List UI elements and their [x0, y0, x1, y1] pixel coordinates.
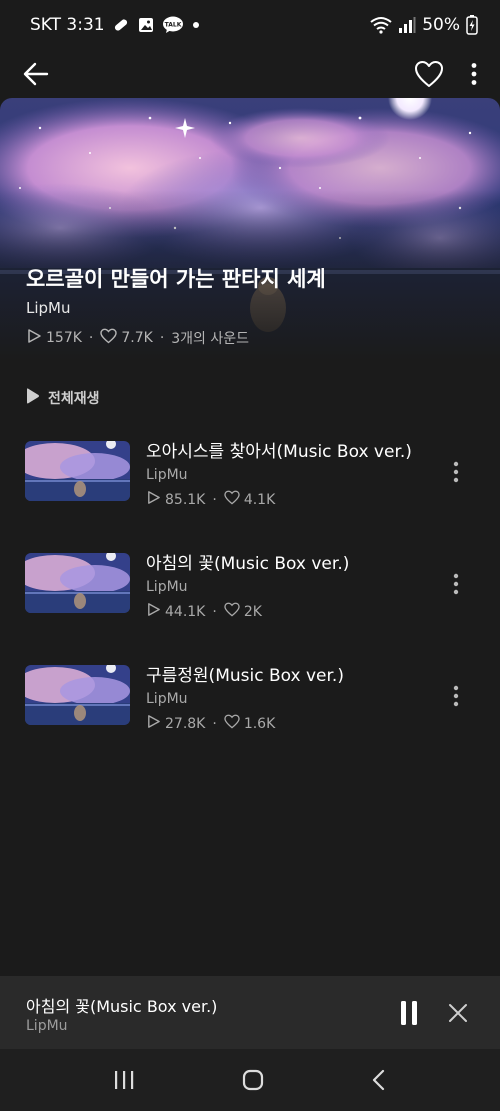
close-icon[interactable] [446, 1001, 470, 1025]
mini-player-artist: LipMu [26, 1018, 68, 1034]
track-row[interactable]: 구름정원(Music Box ver.) LipMu 27.8K · 1.6K [0, 665, 500, 735]
mini-player[interactable]: 아침의 꽃(Music Box ver.) LipMu [0, 976, 500, 1049]
pause-icon[interactable] [398, 1000, 420, 1026]
like-count-icon [224, 490, 240, 509]
like-count-icon [100, 328, 118, 348]
talk-badge-text: TALK [164, 22, 181, 29]
track-artist: LipMu [146, 467, 188, 483]
battery-level: 50% [422, 15, 460, 35]
playlist-plays: 157K [46, 330, 82, 346]
pill-icon [112, 16, 130, 34]
track-stats: 27.8K · 1.6K [146, 714, 344, 733]
wifi-icon [370, 16, 392, 34]
like-count-icon [224, 602, 240, 621]
track-stats: 44.1K · 2K [146, 602, 349, 621]
play-icon [26, 387, 40, 409]
screen: SKT 3:31 TALK 50% 오르골이 만들어 가는 판타지 세계 Lip… [0, 0, 500, 1111]
play-count-icon [146, 714, 161, 733]
heart-icon[interactable] [414, 60, 444, 88]
playlist-likes: 7.7K [121, 330, 153, 346]
mini-player-title: 아침의 꽃(Music Box ver.) [26, 997, 218, 1016]
track-thumbnail [25, 441, 130, 501]
play-count-icon [26, 328, 42, 348]
track-title: 구름정원(Music Box ver.) [146, 666, 344, 686]
track-plays: 85.1K [165, 491, 206, 508]
track-thumbnail [25, 665, 130, 725]
track-stats: 85.1K · 4.1K [146, 490, 412, 509]
play-all-label: 전체재생 [48, 391, 100, 407]
track-artist: LipMu [146, 579, 188, 595]
signal-icon [398, 17, 416, 33]
system-nav-bar [0, 1049, 500, 1111]
like-count-icon [224, 714, 240, 733]
back-arrow-icon[interactable] [22, 60, 50, 88]
playlist-sound-count: 3개의 사운드 [171, 331, 250, 347]
dot-icon [191, 20, 201, 30]
battery-icon [466, 15, 478, 35]
recent-apps-icon[interactable] [113, 1070, 135, 1090]
play-all-button[interactable]: 전체재생 [26, 386, 100, 410]
track-thumbnail [25, 553, 130, 613]
status-bar: SKT 3:31 TALK 50% [0, 0, 500, 50]
track-more-icon[interactable] [452, 573, 460, 595]
track-plays: 44.1K [165, 603, 206, 620]
app-bar [0, 50, 500, 98]
track-artist: LipMu [146, 691, 188, 707]
track-more-icon[interactable] [452, 685, 460, 707]
track-likes: 4.1K [243, 491, 276, 508]
talk-icon: TALK [162, 16, 184, 34]
track-more-icon[interactable] [452, 461, 460, 483]
track-likes: 1.6K [243, 715, 276, 732]
play-count-icon [146, 602, 161, 621]
track-title: 아침의 꽃(Music Box ver.) [146, 554, 350, 574]
track-title: 오아시스를 찾아서(Music Box ver.) [146, 442, 412, 462]
play-count-icon [146, 490, 161, 509]
playlist-title: 오르골이 만들어 가는 판타지 세계 [26, 267, 326, 291]
back-nav-icon[interactable] [371, 1069, 387, 1091]
track-row[interactable]: 아침의 꽃(Music Box ver.) LipMu 44.1K · 2K [0, 553, 500, 623]
gallery-icon [137, 16, 155, 34]
carrier-time: SKT 3:31 [30, 15, 105, 35]
more-vertical-icon[interactable] [470, 62, 478, 86]
track-row[interactable]: 오아시스를 찾아서(Music Box ver.) LipMu 85.1K · … [0, 441, 500, 511]
playlist-artist[interactable]: LipMu [26, 299, 71, 317]
home-icon[interactable] [242, 1069, 264, 1091]
track-plays: 27.8K [165, 715, 206, 732]
playlist-hero: 오르골이 만들어 가는 판타지 세계 LipMu 157K · 7.7K · 3… [0, 98, 500, 360]
playlist-stats: 157K · 7.7K · 3개의 사운드 [26, 328, 249, 348]
track-likes: 2K [243, 603, 262, 620]
